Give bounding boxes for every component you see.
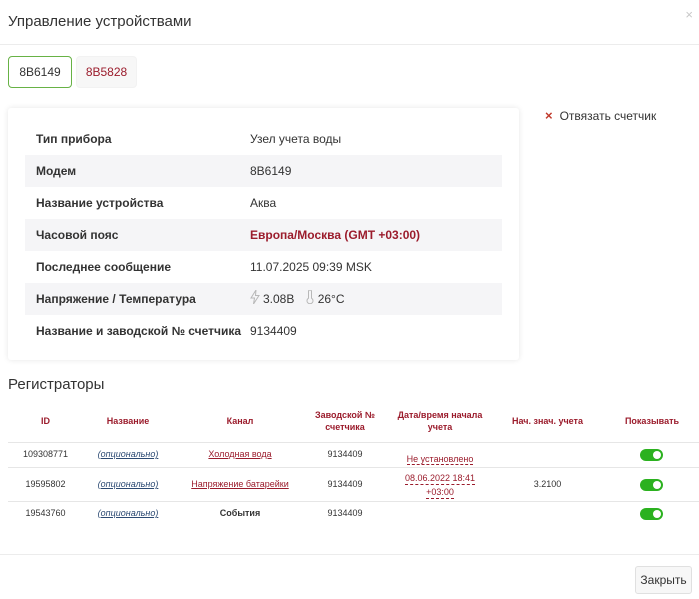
info-row-voltage-temperature: Напряжение / Температура 3.08В 26°C	[25, 283, 502, 315]
column-header-id: ID	[41, 416, 50, 426]
row-id: 109308771	[22, 449, 69, 459]
row-id: 19543760	[25, 508, 66, 518]
info-value: Аква	[250, 196, 277, 210]
voltage-temperature-value: 3.08В 26°C	[250, 283, 345, 316]
info-value: Узел учета воды	[250, 132, 342, 146]
info-value: 9134409	[250, 324, 297, 338]
tab-modem-8b5828[interactable]: 8B5828	[76, 56, 137, 88]
column-header-start-line1: Дата/время начала	[397, 410, 483, 420]
column-header-serial: Заводской № счетчика	[305, 409, 385, 433]
column-header-show: Показывать	[624, 416, 680, 426]
dialog-title: Управление устройствами	[8, 13, 192, 30]
row-serial: 9134409	[327, 479, 363, 489]
table-divider	[8, 501, 699, 502]
info-label: Тип прибора	[36, 132, 112, 146]
info-row-last-message: Последнее сообщение 11.07.2025 09:39 MSK	[25, 251, 502, 283]
info-label: Модем	[36, 164, 77, 178]
row-channel: События	[219, 508, 261, 518]
tab-modem-8b6149[interactable]: 8B6149	[8, 56, 72, 88]
row-start-date-tz[interactable]: +03:00	[426, 487, 454, 499]
info-label: Название и заводской № счетчика	[36, 324, 242, 338]
info-row-timezone: Часовой пояс Европа/Москва (GMT +03:00)	[25, 219, 502, 251]
registrators-title: Регистраторы	[8, 376, 105, 393]
info-row-device-name: Название устройства Аква	[25, 187, 502, 219]
show-toggle[interactable]	[640, 479, 663, 491]
unlink-meter-label: Отвязать счетчик	[559, 109, 657, 123]
show-toggle[interactable]	[640, 508, 663, 520]
footer-divider	[0, 554, 699, 555]
column-header-start-date: Дата/время начала учета	[385, 409, 495, 433]
column-header-serial-line2: счетчика	[325, 422, 365, 432]
row-id: 19595802	[25, 479, 66, 489]
row-start-date-link[interactable]: Не установлено	[406, 454, 474, 465]
close-button[interactable]: Закрыть	[635, 566, 692, 594]
column-header-start-line2: учета	[427, 422, 453, 432]
info-label: Название устройства	[36, 196, 164, 210]
info-value: 8B6149	[250, 164, 292, 178]
thermometer-icon	[305, 284, 315, 316]
table-divider	[8, 442, 699, 443]
toggle-knob	[653, 510, 661, 518]
device-info-card: Тип прибора Узел учета воды Модем 8B6149…	[8, 108, 519, 360]
temperature-value: 26°C	[317, 292, 345, 306]
row-initial-value: 3.2100	[533, 479, 562, 489]
info-row-meter-serial: Название и заводской № счетчика 9134409	[25, 315, 502, 347]
column-header-channel: Канал	[226, 416, 254, 426]
row-name-link[interactable]: (опционально)	[83, 449, 173, 460]
info-value: 11.07.2025 09:39 MSK	[250, 260, 372, 274]
info-label: Последнее сообщение	[36, 260, 171, 274]
timezone-value: Европа/Москва (GMT +03:00)	[250, 228, 421, 242]
row-serial: 9134409	[327, 449, 363, 459]
dialog-header: Управление устройствами ×	[0, 0, 699, 45]
column-header-name: Название	[106, 416, 150, 426]
row-start-date: Не установлено	[385, 449, 495, 467]
close-icon: ×	[545, 108, 553, 123]
toggle-knob	[653, 451, 661, 459]
info-label: Часовой пояс	[36, 228, 119, 242]
info-row-modem: Модем 8B6149	[25, 155, 502, 187]
close-icon[interactable]: ×	[685, 7, 693, 22]
row-channel-link[interactable]: Холодная вода	[180, 449, 300, 460]
row-start-date: 08.06.2022 18:41 +03:00	[385, 471, 495, 499]
row-serial: 9134409	[327, 508, 363, 518]
toggle-knob	[653, 481, 661, 489]
row-channel-link[interactable]: Напряжение батарейки	[180, 479, 300, 490]
info-label: Напряжение / Температура	[36, 292, 196, 306]
table-divider	[8, 467, 699, 468]
row-name-link[interactable]: (опционально)	[83, 508, 173, 519]
voltage-value: 3.08В	[263, 292, 295, 306]
row-name-link[interactable]: (опционально)	[83, 479, 173, 490]
column-header-serial-line1: Заводской №	[315, 410, 375, 420]
show-toggle[interactable]	[640, 449, 663, 461]
lightning-icon	[250, 284, 260, 316]
column-header-initial-value: Нач. знач. учета	[512, 416, 583, 426]
row-start-date-link[interactable]: 08.06.2022 18:41	[404, 473, 476, 485]
unlink-meter-button[interactable]: × Отвязать счетчик	[545, 108, 656, 123]
info-row-device-type: Тип прибора Узел учета воды	[25, 123, 502, 155]
